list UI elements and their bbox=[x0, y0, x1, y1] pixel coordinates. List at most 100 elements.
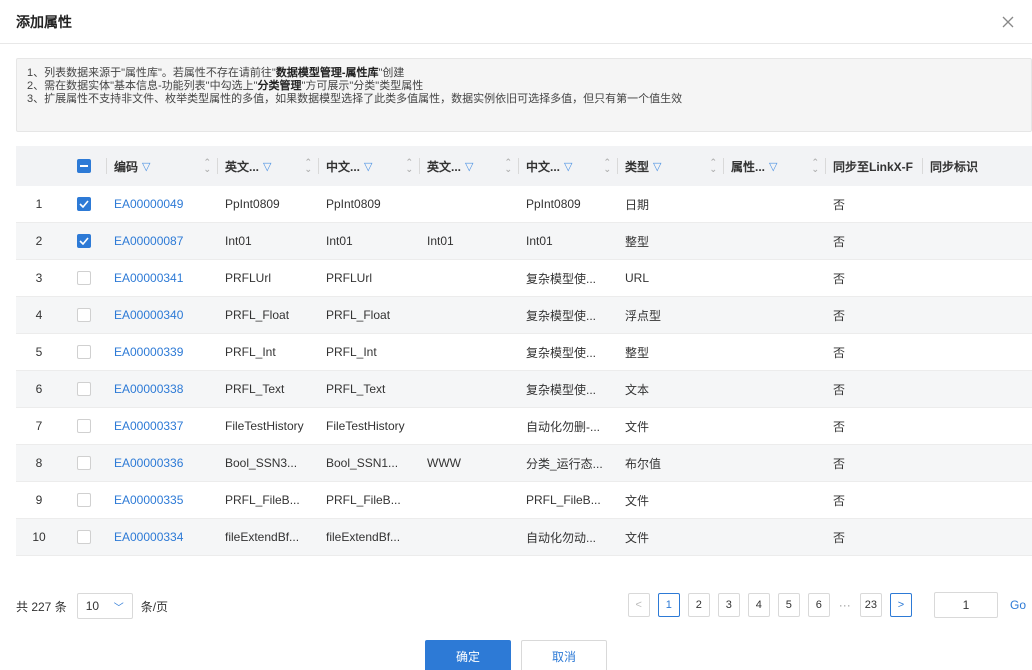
filter-icon[interactable]: ▽ bbox=[653, 160, 661, 173]
code-link[interactable]: EA00000337 bbox=[106, 419, 217, 433]
row-checkbox[interactable] bbox=[77, 493, 91, 507]
table-row[interactable]: 5 EA00000339 PRFL_Int PRFL_Int 复杂模型使... 整型 否 bbox=[16, 334, 1032, 371]
page-ellipsis[interactable]: ··· bbox=[838, 598, 852, 612]
filter-icon[interactable]: ▽ bbox=[465, 160, 473, 173]
header-select-all[interactable] bbox=[62, 146, 106, 186]
sort-icon[interactable]: ⌃ ⌄ bbox=[304, 158, 312, 174]
cn-name-cell: Int01 bbox=[326, 234, 353, 248]
sort-icon[interactable]: ⌃ ⌄ bbox=[709, 158, 717, 174]
row-checkbox[interactable] bbox=[77, 382, 91, 396]
filter-icon[interactable]: ▽ bbox=[564, 160, 572, 173]
table-row[interactable]: 3 EA00000341 PRFLUrl PRFLUrl 复杂模型使... URL 否 bbox=[16, 260, 1032, 297]
row-checkbox[interactable] bbox=[77, 271, 91, 285]
close-icon[interactable] bbox=[998, 12, 1018, 32]
code-link[interactable]: EA00000338 bbox=[106, 382, 217, 396]
code-link[interactable]: EA00000335 bbox=[106, 493, 217, 507]
header-attr[interactable]: 属性... ▽ ⌃ ⌄ bbox=[723, 146, 825, 186]
notice-box: 1、列表数据来源于"属性库"。若属性不存在请前往"数据模型管理-属性库"创建 2… bbox=[16, 58, 1032, 132]
page-button-2[interactable]: 2 bbox=[687, 593, 710, 617]
pager: < 123456 ··· 23 > 1 Go bbox=[620, 592, 1032, 618]
en-name-cell: PRFLUrl bbox=[225, 271, 272, 285]
page-button-6[interactable]: 6 bbox=[807, 593, 830, 617]
cn-name-cell: PRFL_Float bbox=[326, 308, 391, 322]
row-checkbox-cell[interactable] bbox=[62, 419, 106, 433]
sort-icon[interactable]: ⌃ ⌄ bbox=[504, 158, 512, 174]
jump-page-input[interactable]: 1 bbox=[934, 592, 998, 618]
select-all-checkbox[interactable] bbox=[77, 159, 91, 173]
table-row[interactable]: 2 EA00000087 Int01 Int01 Int01 Int01 整型 否 bbox=[16, 223, 1032, 260]
filter-icon[interactable]: ▽ bbox=[769, 160, 777, 173]
row-index: 7 bbox=[35, 419, 43, 433]
header-code[interactable]: 编码 ▽ ⌃ ⌄ bbox=[106, 146, 217, 186]
code-link[interactable]: EA00000087 bbox=[106, 234, 217, 248]
header-cn-name[interactable]: 中文... ▽ ⌃ ⌄ bbox=[318, 146, 419, 186]
row-checkbox-cell[interactable] bbox=[62, 308, 106, 322]
code-link[interactable]: EA00000340 bbox=[106, 308, 217, 322]
row-checkbox-cell[interactable] bbox=[62, 345, 106, 359]
table-body: 1 EA00000049 PpInt0809 PpInt0809 PpInt0809 日期… bbox=[16, 186, 1032, 556]
row-checkbox[interactable] bbox=[77, 234, 91, 248]
table-row[interactable]: 10 EA00000334 fileExtendBf... fileExtendBf.… bbox=[16, 519, 1032, 556]
table-row[interactable]: 9 EA00000335 PRFL_FileB... PRFL_FileB... PRF… bbox=[16, 482, 1032, 519]
row-checkbox-cell[interactable] bbox=[62, 197, 106, 211]
prev-page-button[interactable]: < bbox=[627, 593, 650, 617]
header-type[interactable]: 类型 ▽ ⌃ ⌄ bbox=[617, 146, 723, 186]
page-button-1[interactable]: 1 bbox=[657, 593, 680, 617]
table-header: 编码 ▽ ⌃ ⌄ 英文... ▽ ⌃ ⌄ 中文... ▽ ⌃ ⌄ 英文... ▽ ⌃ ⌄ 中文... ▽ ⌃… bbox=[16, 146, 1032, 186]
table-row[interactable]: 1 EA00000049 PpInt0809 PpInt0809 PpInt0809 日期… bbox=[16, 186, 1032, 223]
header-en-desc[interactable]: 英文... ▽ ⌃ ⌄ bbox=[419, 146, 518, 186]
sort-icon[interactable]: ⌃ ⌄ bbox=[603, 158, 611, 174]
code-link[interactable]: EA00000049 bbox=[106, 197, 217, 211]
filter-icon[interactable]: ▽ bbox=[142, 160, 150, 173]
cancel-button[interactable]: 取消 bbox=[521, 640, 607, 670]
row-checkbox-cell[interactable] bbox=[62, 530, 106, 544]
code-link[interactable]: EA00000339 bbox=[106, 345, 217, 359]
cn-name-cell: FileTestHistory bbox=[326, 419, 405, 433]
cn-name-cell: fileExtendBf... bbox=[326, 530, 401, 544]
row-checkbox[interactable] bbox=[77, 197, 91, 211]
page-button-5[interactable]: 5 bbox=[777, 593, 800, 617]
en-name-cell: fileExtendBf... bbox=[225, 530, 300, 544]
row-checkbox[interactable] bbox=[77, 530, 91, 544]
cn-name-cell: PRFL_FileB... bbox=[326, 493, 401, 507]
page-button-4[interactable]: 4 bbox=[747, 593, 770, 617]
confirm-button[interactable]: 确定 bbox=[425, 640, 511, 670]
attribute-table: 编码 ▽ ⌃ ⌄ 英文... ▽ ⌃ ⌄ 中文... ▽ ⌃ ⌄ 英文... ▽ ⌃ ⌄ 中文... ▽ ⌃… bbox=[16, 146, 1032, 556]
type-cell: URL bbox=[625, 271, 650, 285]
notice-line-3: 3、扩展属性不支持非文件、枚举类型属性的多值，如果数据模型选择了此类多值属性，数… bbox=[27, 93, 683, 105]
cn-desc-cell: 自动化勿动... bbox=[526, 530, 597, 545]
row-checkbox[interactable] bbox=[77, 456, 91, 470]
code-link[interactable]: EA00000341 bbox=[106, 271, 217, 285]
code-link[interactable]: EA00000334 bbox=[106, 530, 217, 544]
next-page-button[interactable]: > bbox=[890, 593, 912, 617]
sort-icon[interactable]: ⌃ ⌄ bbox=[405, 158, 413, 174]
filter-icon[interactable]: ▽ bbox=[364, 160, 372, 173]
cn-desc-cell: 复杂模型使... bbox=[526, 382, 597, 397]
table-row[interactable]: 6 EA00000338 PRFL_Text PRFL_Text 复杂模型使... 文本 否 bbox=[16, 371, 1032, 408]
type-cell: 布尔值 bbox=[625, 456, 662, 471]
row-checkbox-cell[interactable] bbox=[62, 382, 106, 396]
row-checkbox-cell[interactable] bbox=[62, 271, 106, 285]
row-checkbox-cell[interactable] bbox=[62, 234, 106, 248]
header-en-name[interactable]: 英文... ▽ ⌃ ⌄ bbox=[217, 146, 318, 186]
header-cn-desc[interactable]: 中文... ▽ ⌃ ⌄ bbox=[518, 146, 617, 186]
row-checkbox-cell[interactable] bbox=[62, 493, 106, 507]
sync-cell: 否 bbox=[833, 234, 846, 249]
table-row[interactable]: 8 EA00000336 Bool_SSN3... Bool_SSN1... WWW 分类… bbox=[16, 445, 1032, 482]
table-row[interactable]: 7 EA00000337 FileTestHistory FileTestHistor… bbox=[16, 408, 1032, 445]
table-row[interactable]: 4 EA00000340 PRFL_Float PRFL_Float 复杂模型使... 浮… bbox=[16, 297, 1032, 334]
page-button-3[interactable]: 3 bbox=[717, 593, 740, 617]
row-checkbox[interactable] bbox=[77, 345, 91, 359]
row-checkbox[interactable] bbox=[77, 308, 91, 322]
sync-cell: 否 bbox=[833, 530, 846, 545]
row-checkbox-cell[interactable] bbox=[62, 456, 106, 470]
row-checkbox[interactable] bbox=[77, 419, 91, 433]
sort-icon[interactable]: ⌃ ⌄ bbox=[203, 158, 211, 174]
sort-icon[interactable]: ⌃ ⌄ bbox=[811, 158, 819, 174]
filter-icon[interactable]: ▽ bbox=[263, 160, 271, 173]
go-button[interactable]: Go bbox=[1010, 598, 1032, 612]
page-size-select[interactable]: 10 ﹀ bbox=[76, 593, 133, 619]
code-link[interactable]: EA00000336 bbox=[106, 456, 217, 470]
en-name-cell: PRFL_Int bbox=[225, 345, 276, 359]
page-button-last[interactable]: 23 bbox=[859, 593, 882, 617]
